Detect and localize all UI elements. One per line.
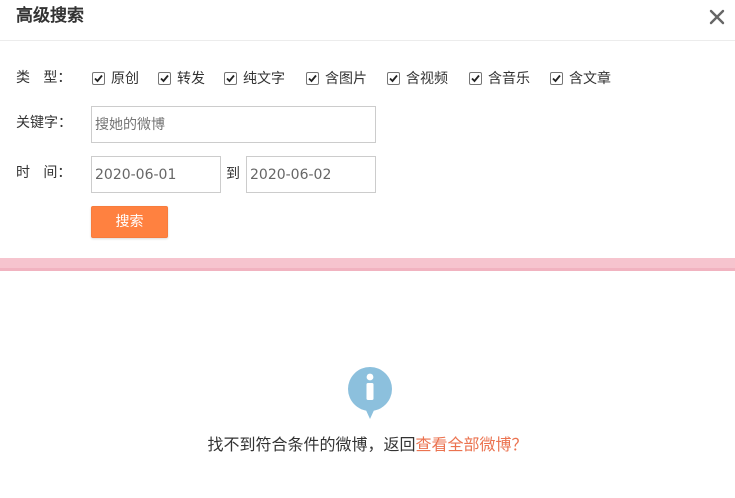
search-button[interactable]: 搜索 <box>91 206 168 238</box>
dialog-header: 高级搜索 <box>0 0 735 41</box>
date-range-separator: 到 <box>226 166 240 182</box>
checkmark-icon <box>94 74 103 82</box>
checkbox-original[interactable]: 原创 <box>92 68 139 88</box>
checkbox-label: 含图片 <box>325 71 367 87</box>
checkbox-box[interactable] <box>550 71 563 85</box>
close-button[interactable] <box>706 6 728 28</box>
view-all-weibo-link[interactable]: 查看全部微博？ <box>416 435 528 454</box>
checkbox-box[interactable] <box>92 71 105 85</box>
time-label: 时 间： <box>16 165 72 181</box>
checkbox-label: 转发 <box>177 71 205 87</box>
checkbox-label: 含音乐 <box>488 71 530 87</box>
start-date-input[interactable] <box>91 156 221 193</box>
dialog-title: 高级搜索 <box>16 6 84 26</box>
info-icon <box>346 366 394 420</box>
checkbox-label: 含视频 <box>406 71 448 87</box>
checkbox-repost[interactable]: 转发 <box>158 68 205 88</box>
type-label: 类 型： <box>16 70 72 86</box>
checkbox-box[interactable] <box>306 71 319 85</box>
checkbox-box[interactable] <box>224 71 237 85</box>
checkmark-icon <box>471 74 480 82</box>
checkbox-with-music[interactable]: 含音乐 <box>469 68 530 88</box>
checkmark-icon <box>552 74 561 82</box>
close-icon <box>709 9 725 25</box>
checkmark-icon <box>308 74 317 82</box>
checkbox-with-article[interactable]: 含文章 <box>550 68 611 88</box>
empty-state-message: 找不到符合条件的微博，返回查看全部微博？ <box>0 433 735 457</box>
checkbox-box[interactable] <box>387 71 400 85</box>
checkmark-icon <box>226 74 235 82</box>
section-divider-line <box>0 268 735 271</box>
checkbox-with-video[interactable]: 含视频 <box>387 68 448 88</box>
checkbox-text-only[interactable]: 纯文字 <box>224 68 285 88</box>
checkbox-box[interactable] <box>469 71 482 85</box>
empty-state-text: 找不到符合条件的微博，返回 <box>207 435 416 454</box>
checkbox-label: 原创 <box>111 71 139 87</box>
checkbox-box[interactable] <box>158 71 171 85</box>
keyword-label: 关键字： <box>16 115 72 131</box>
end-date-input[interactable] <box>246 156 376 193</box>
checkbox-label: 含文章 <box>569 71 611 87</box>
checkbox-with-image[interactable]: 含图片 <box>306 68 367 88</box>
checkmark-icon <box>389 74 398 82</box>
keyword-input[interactable] <box>91 106 376 143</box>
checkmark-icon <box>160 74 169 82</box>
checkbox-label: 纯文字 <box>243 71 285 87</box>
